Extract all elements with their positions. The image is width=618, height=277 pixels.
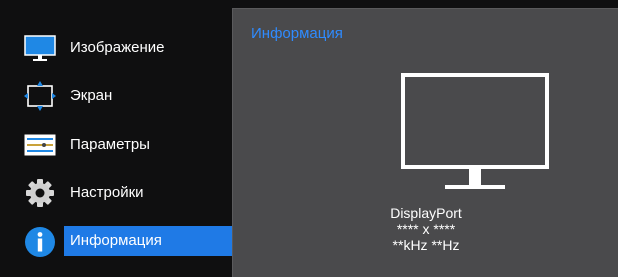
- osd-window: Изображение Экран Параметры Настройки Ин…: [0, 0, 618, 277]
- osd-sidebar-menu: Изображение Экран Параметры Настройки Ин…: [0, 0, 232, 277]
- gear-icon: [26, 179, 54, 207]
- monitor-icon: [24, 35, 56, 61]
- menu-item-picture[interactable]: Изображение: [0, 24, 232, 72]
- information-panel: Информация DisplayPort **** x **** **kHz…: [232, 8, 618, 277]
- monitor-illustration-icon: [401, 73, 549, 189]
- menu-item-parameters[interactable]: Параметры: [0, 121, 232, 169]
- menu-item-information[interactable]: Информация: [0, 218, 232, 266]
- panel-title: Информация: [251, 25, 343, 42]
- signal-info: DisplayPort **** x **** **kHz **Hz: [233, 205, 618, 253]
- resolution-text: **** x ****: [396, 221, 456, 237]
- menu-item-screen[interactable]: Экран: [0, 72, 232, 120]
- menu-item-label: Настройки: [70, 184, 144, 201]
- frequency-text: **kHz **Hz: [392, 237, 460, 253]
- sliders-icon: [24, 134, 56, 156]
- info-icon: [25, 227, 55, 257]
- menu-item-label: Информация: [64, 226, 232, 256]
- menu-item-label: Изображение: [70, 39, 165, 56]
- menu-item-label: Параметры: [70, 136, 150, 153]
- input-source-text: DisplayPort: [390, 205, 462, 221]
- menu-item-settings[interactable]: Настройки: [0, 169, 232, 217]
- menu-item-label: Экран: [70, 87, 113, 104]
- screen-resize-icon: [24, 81, 56, 111]
